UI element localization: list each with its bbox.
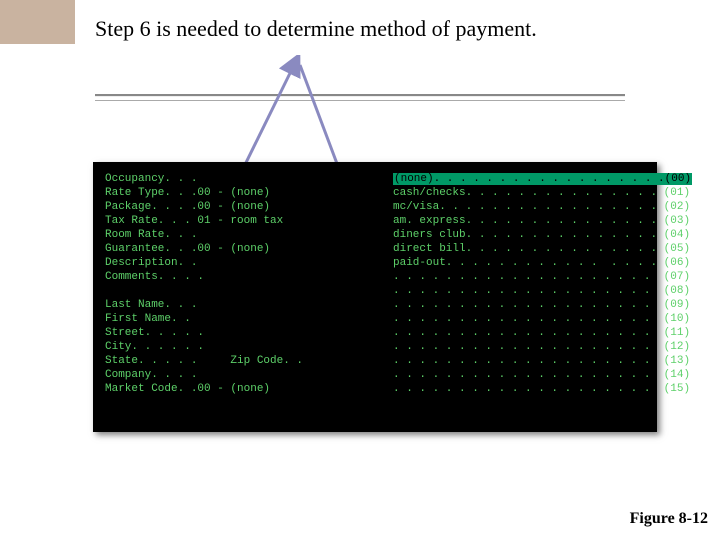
option-row: . . . . . . . . . . . . . . . . . . . . … bbox=[393, 341, 690, 353]
option-row: cash/checks. . . . . . . . . . . . . . .… bbox=[393, 187, 690, 199]
option-row: . . . . . . . . . . . . . . . . . . . . … bbox=[393, 299, 690, 311]
option-row: . . . . . . . . . . . . . . . . . . . . … bbox=[393, 313, 690, 325]
selected-option-code: (00) bbox=[665, 173, 691, 185]
option-row: . . . . . . . . . . . . . . . . . . . . … bbox=[393, 383, 690, 395]
option-row: am. express. . . . . . . . . . . . . . .… bbox=[393, 215, 690, 227]
option-row: . . . . . . . . . . . . . . . . . . . . … bbox=[393, 369, 690, 381]
terminal-screen: Occupancy. . . Rate Type. . .00 - (none)… bbox=[93, 162, 657, 432]
option-row: . . . . . . . . . . . . . . . . . . . . … bbox=[393, 285, 690, 297]
divider-line-1 bbox=[95, 94, 625, 97]
option-row: paid-out. . . . . . . . . . . . . . . . … bbox=[393, 257, 690, 269]
option-row: diners club. . . . . . . . . . . . . . .… bbox=[393, 229, 690, 241]
option-row: direct bill. . . . . . . . . . . . . . .… bbox=[393, 243, 690, 255]
option-row: mc/visa. . . . . . . . . . . . . . . . .… bbox=[393, 201, 690, 213]
selected-option-label: (none). . . . . . . . . . . . . . . . . … bbox=[394, 173, 665, 185]
option-row: . . . . . . . . . . . . . . . . . . . . … bbox=[393, 327, 690, 339]
terminal-left-column: Occupancy. . . Rate Type. . .00 - (none)… bbox=[105, 172, 303, 396]
title-accent-block bbox=[0, 0, 76, 44]
terminal-right-column: (none). . . . . . . . . . . . . . . . . … bbox=[393, 172, 692, 396]
slide: Step 6 is needed to determine method of … bbox=[0, 0, 720, 540]
figure-caption: Figure 8-12 bbox=[630, 510, 708, 528]
selected-option-row: (none). . . . . . . . . . . . . . . . . … bbox=[393, 173, 692, 185]
slide-title: Step 6 is needed to determine method of … bbox=[95, 16, 537, 42]
option-row: . . . . . . . . . . . . . . . . . . . . … bbox=[393, 271, 690, 283]
option-row: . . . . . . . . . . . . . . . . . . . . … bbox=[393, 355, 690, 367]
divider-line-2 bbox=[95, 100, 625, 101]
